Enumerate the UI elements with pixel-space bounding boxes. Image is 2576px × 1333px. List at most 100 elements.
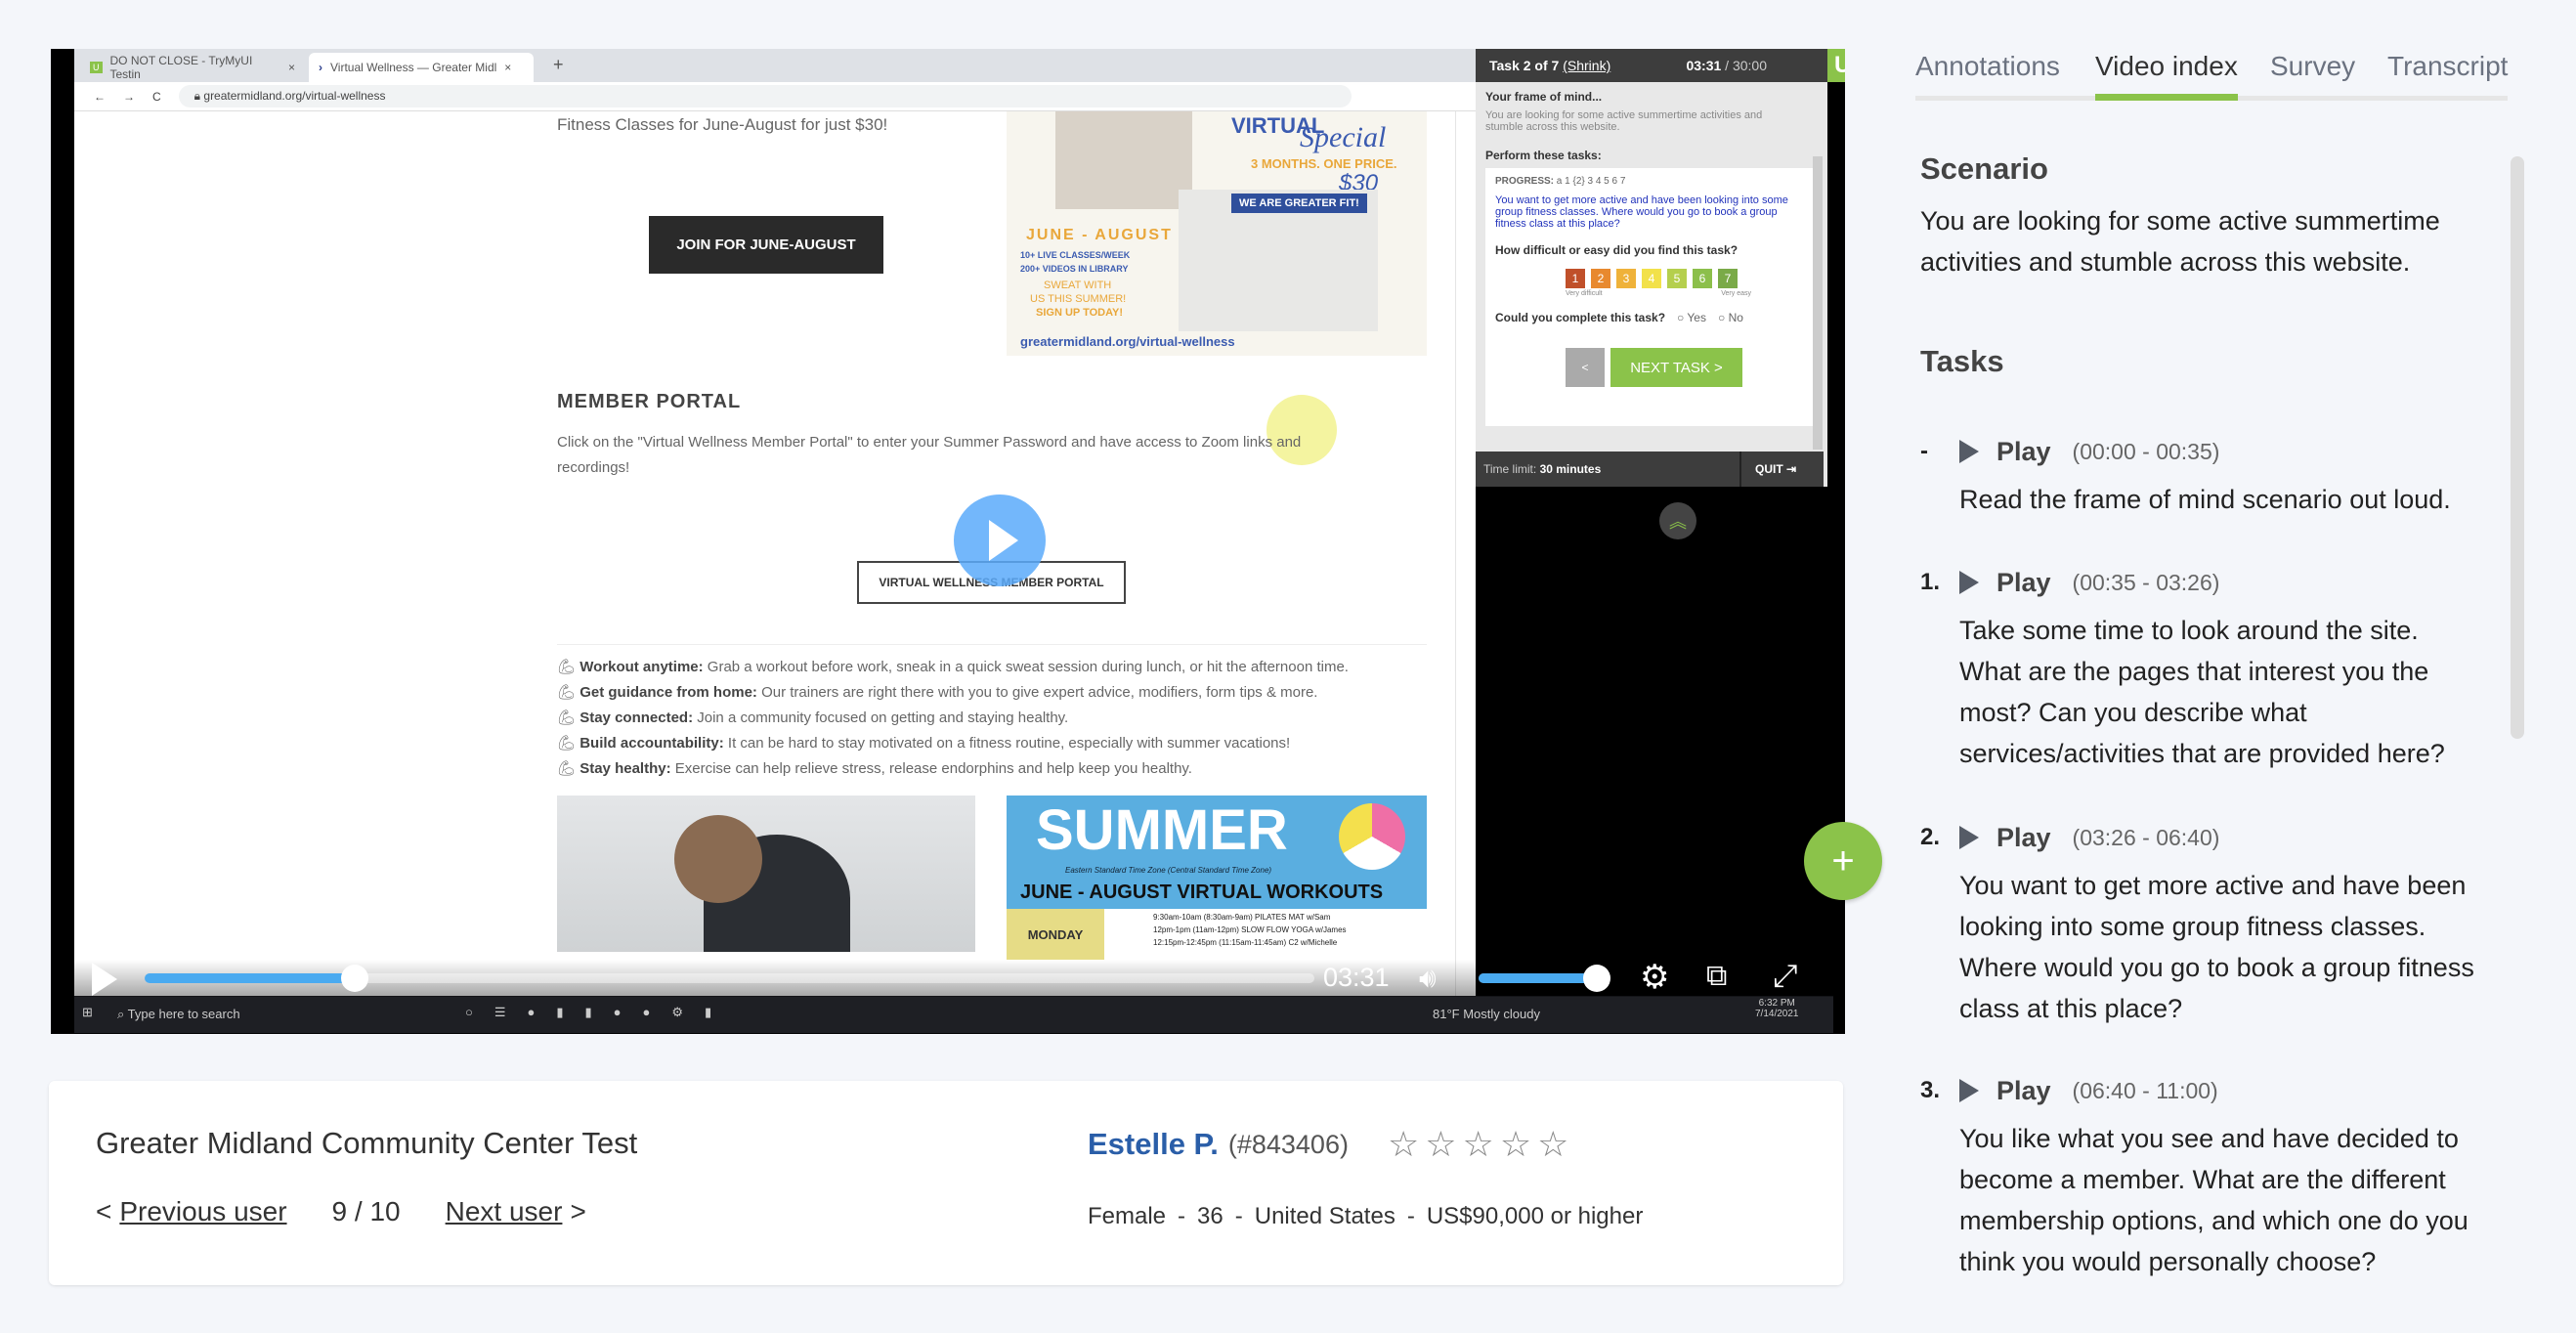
active-tab-indicator (2095, 94, 2238, 101)
play-task-button[interactable]: Play (1996, 823, 2051, 853)
gear-icon[interactable]: ⚙ (1640, 958, 1669, 997)
website-content: Fitness Classes for June-August for just… (74, 111, 1476, 996)
separator: - (1406, 1203, 1415, 1229)
url-input[interactable]: 🔒︎ greatermidland.org/virtual-wellness (178, 85, 1352, 108)
test-title: Greater Midland Community Center Test (96, 1126, 638, 1160)
shrink-link[interactable]: (Shrink) (1563, 58, 1610, 73)
trymyui-icon: U (90, 62, 103, 73)
star-rating[interactable]: ☆☆☆☆☆ (1388, 1124, 1574, 1165)
quit-button[interactable]: QUIT ⇥ (1739, 452, 1796, 487)
star-icon[interactable]: ☆ (1537, 1124, 1574, 1164)
chevron-up-icon[interactable]: ︽ (1659, 502, 1696, 539)
rating-option[interactable]: 5 (1667, 269, 1687, 288)
progress-bar[interactable] (145, 965, 1314, 992)
previous-task-button[interactable]: < (1566, 348, 1605, 387)
flexed-arm-icon: 💪︎ (557, 659, 580, 675)
windows-start-icon: ⊞ (82, 1005, 93, 1019)
tab-annotations[interactable]: Annotations (1915, 51, 2060, 82)
time-limit-value: 30 minutes (1539, 462, 1602, 476)
task-text: You want to get more active and have bee… (1495, 194, 1788, 230)
new-tab-button[interactable]: + (553, 55, 564, 75)
next-task-button[interactable]: NEXT TASK > (1610, 348, 1742, 387)
play-icon[interactable] (1959, 826, 1979, 849)
scenario-text: You are looking for some active summerti… (1920, 206, 2440, 277)
flexed-arm-icon: 💪︎ (557, 684, 580, 701)
scenario-heading: Scenario (1920, 151, 2048, 186)
member-portal-heading: MEMBER PORTAL (557, 391, 742, 412)
tab-video-index[interactable]: Video index (2095, 51, 2238, 82)
task-counter: Task 2 of 7 (1489, 58, 1560, 73)
add-annotation-button[interactable]: + (1804, 822, 1882, 900)
star-icon[interactable]: ☆ (1463, 1124, 1500, 1164)
complete-question: Could you complete this task? (1495, 311, 1666, 324)
play-icon[interactable] (1959, 440, 1979, 463)
close-icon[interactable]: × (504, 61, 511, 74)
big-play-button[interactable] (954, 494, 1046, 586)
demographic-value: United States (1254, 1203, 1395, 1229)
reload-icon[interactable]: C (152, 90, 161, 104)
volume-icon[interactable]: 🔊︎ (1419, 963, 1437, 995)
video-player[interactable]: U DO NOT CLOSE - TryMyUI Testin × › Virtual… (51, 49, 1845, 1034)
volume-slider[interactable] (1479, 965, 1610, 992)
tab-transcript[interactable]: Transcript (2387, 51, 2508, 82)
play-task-button[interactable]: Play (1996, 568, 2051, 598)
rating-option[interactable]: 2 (1591, 269, 1610, 288)
lock-icon: 🔒︎ (193, 89, 204, 103)
task-item: - Play (00:00 - 00:35) Read the frame of mi… (1920, 432, 2487, 520)
play-icon[interactable] (92, 963, 117, 996)
previous-user-link[interactable]: Previous user (119, 1196, 286, 1227)
forward-icon[interactable]: → (123, 90, 135, 104)
rating-option[interactable]: 1 (1566, 269, 1585, 288)
separator: - (1178, 1203, 1186, 1229)
rating-option[interactable]: 6 (1693, 269, 1712, 288)
taskbar-search: ⌕ Type here to search (117, 1007, 240, 1021)
rating-option[interactable]: 3 (1616, 269, 1636, 288)
close-icon[interactable]: × (288, 61, 295, 74)
next-user-link[interactable]: Next user (446, 1196, 563, 1227)
rating-option[interactable]: 4 (1642, 269, 1661, 288)
member-portal-text: recordings! (557, 459, 630, 476)
star-icon[interactable]: ☆ (1425, 1124, 1462, 1164)
task-description: You want to get more active and have bee… (1959, 871, 2474, 1023)
yoga-photo (557, 796, 975, 952)
sidebar-scrollbar[interactable] (2511, 156, 2524, 739)
user-name-link[interactable]: Estelle P. (1088, 1127, 1219, 1162)
site-favicon-icon: › (319, 61, 322, 74)
tab-survey[interactable]: Survey (2270, 51, 2355, 82)
flexed-arm-icon: 💪︎ (557, 735, 580, 752)
time-limit: / 30:00 (1725, 58, 1767, 73)
difficulty-question: How difficult or easy did you find this … (1495, 243, 1739, 257)
yes-radio[interactable]: ○ Yes (1677, 311, 1706, 324)
task-number: - (1920, 438, 1928, 464)
play-task-button[interactable]: Play (1996, 1076, 2051, 1106)
task-number: 1. (1920, 569, 1941, 595)
external-link-icon[interactable]: ⧉ (1706, 960, 1727, 993)
play-task-button[interactable]: Play (1996, 437, 2051, 467)
star-icon[interactable]: ☆ (1500, 1124, 1537, 1164)
progress-handle[interactable] (341, 965, 369, 992)
promo-image: VIRTUAL Special 3 MONTHS. ONE PRICE. $30… (1007, 111, 1427, 356)
clock: 6:32 PM 7/14/2021 (1755, 998, 1799, 1019)
browser-tab-active[interactable]: › Virtual Wellness — Greater Midl × (309, 53, 534, 82)
task-description: Take some time to look around the site. … (1959, 616, 2445, 768)
user-id: (#843406) (1227, 1129, 1349, 1159)
back-icon[interactable]: ← (94, 90, 106, 104)
play-icon[interactable] (1959, 571, 1979, 594)
browser-tab[interactable]: U DO NOT CLOSE - TryMyUI Testin × (80, 53, 305, 82)
task-number: 2. (1920, 824, 1941, 850)
star-icon[interactable]: ☆ (1388, 1124, 1425, 1164)
join-button[interactable]: JOIN FOR JUNE-AUGUST (649, 216, 883, 274)
volume-handle[interactable] (1583, 965, 1610, 992)
summer-schedule-image: SUMMER Eastern Standard Time Zone (Centr… (1007, 796, 1427, 960)
separator: - (1234, 1203, 1243, 1229)
player-controls: 03:31 🔊︎ ⚙ ⧉ ⤢ (51, 958, 1845, 997)
taskbar-app-icons: ○☰●▮▮●●⚙▮ (465, 1005, 734, 1019)
rating-option[interactable]: 7 (1718, 269, 1738, 288)
fullscreen-icon[interactable]: ⤢ (1773, 958, 1798, 995)
benefit-item: 💪︎ Workout anytime: Grab a workout befor… (557, 659, 1349, 675)
play-icon[interactable] (1959, 1079, 1979, 1102)
panel-scrollbar[interactable] (1813, 156, 1823, 450)
no-radio[interactable]: ○ No (1718, 311, 1743, 324)
task-description: You like what you see and have decided t… (1959, 1124, 2469, 1276)
task-time-range: (06:40 - 11:00) (2072, 1077, 2218, 1103)
